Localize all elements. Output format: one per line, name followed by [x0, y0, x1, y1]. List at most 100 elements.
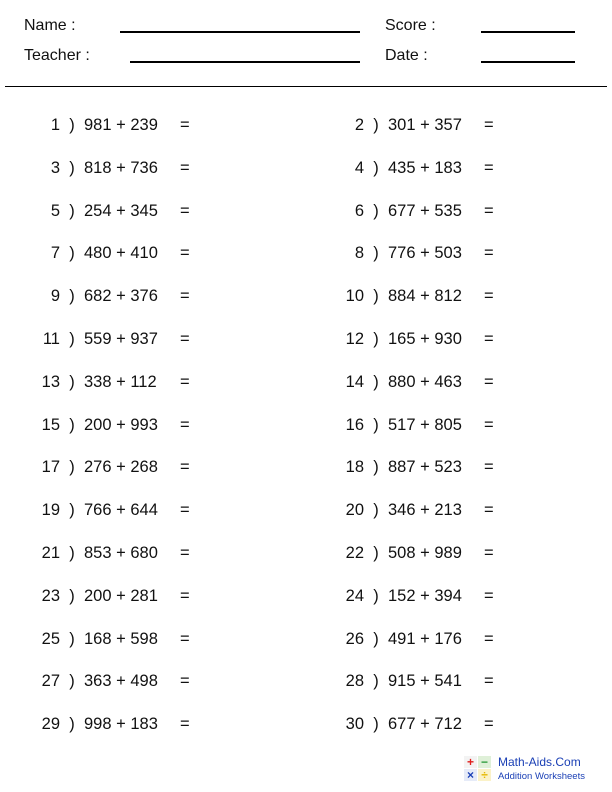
- addend-b: 345: [130, 201, 158, 220]
- name-field-line[interactable]: [120, 31, 360, 33]
- problem-expression: 677 + 712: [388, 715, 484, 734]
- problem-number: 20: [345, 501, 364, 520]
- times-icon: ×: [464, 769, 477, 781]
- addend-a: 887: [388, 458, 416, 477]
- equals-sign: =: [484, 201, 494, 220]
- addend-b: 503: [434, 244, 462, 263]
- problem-number: 27: [41, 672, 60, 691]
- problem-expression: 363 + 498: [84, 672, 180, 691]
- date-field-line[interactable]: [481, 61, 575, 63]
- score-field-line[interactable]: [481, 31, 575, 33]
- name-label: Name :: [24, 17, 76, 34]
- problem-expression: 682 + 376: [84, 287, 180, 306]
- problem-paren: ): [373, 287, 379, 306]
- plus-operator: +: [116, 372, 126, 391]
- addend-a: 301: [388, 116, 416, 134]
- addend-a: 818: [84, 158, 112, 177]
- equals-sign: =: [180, 458, 190, 477]
- problem-item: 2) 301 + 357 =: [328, 116, 494, 135]
- problem-item: 11) 559 + 937 =: [24, 330, 190, 349]
- addend-a: 853: [84, 544, 112, 562]
- teacher-field-line[interactable]: [130, 61, 360, 63]
- problem-expression: 915 + 541: [388, 672, 484, 691]
- logo-subtitle: Addition Worksheets: [498, 771, 585, 782]
- equals-sign: =: [484, 330, 494, 348]
- plus-operator: +: [420, 672, 430, 691]
- problem-expression: 508 + 989: [388, 544, 484, 563]
- problem-paren: ): [373, 458, 379, 477]
- problem-item: 29) 998 + 183 =: [24, 715, 190, 734]
- problem-paren: ): [373, 501, 379, 520]
- problem-item: 25) 168 + 598 =: [24, 630, 190, 649]
- addend-b: 239: [130, 116, 158, 134]
- problem-expression: 338 + 112: [84, 373, 180, 392]
- problem-number: 25: [41, 629, 60, 648]
- plus-operator: +: [420, 415, 430, 434]
- problem-expression: 887 + 523: [388, 458, 484, 477]
- plus-operator: +: [420, 201, 430, 220]
- problem-number: 28: [345, 672, 364, 691]
- problem-number: 11: [42, 330, 60, 348]
- plus-operator: +: [116, 544, 126, 562]
- addend-b: 535: [434, 201, 462, 220]
- problem-number: 9: [50, 287, 60, 306]
- problem-number: 23: [41, 586, 60, 605]
- addend-a: 152: [388, 586, 416, 605]
- problem-paren: ): [373, 201, 379, 220]
- addend-a: 517: [388, 415, 416, 434]
- problem-paren: ): [373, 544, 379, 562]
- problem-expression: 491 + 176: [388, 630, 484, 649]
- problem-number: 24: [345, 586, 364, 605]
- problem-number: 2: [354, 116, 364, 134]
- problem-expression: 884 + 812: [388, 287, 484, 306]
- addend-b: 812: [434, 287, 462, 306]
- problem-paren: ): [373, 715, 379, 734]
- equals-sign: =: [484, 372, 494, 391]
- addend-a: 491: [388, 629, 416, 648]
- plus-operator: +: [116, 244, 126, 263]
- problem-paren: ): [69, 586, 75, 605]
- problem-expression: 346 + 213: [388, 501, 484, 520]
- addend-b: 281: [130, 586, 158, 605]
- plus-operator: +: [116, 287, 126, 306]
- problem-item: 26) 491 + 176 =: [328, 630, 494, 649]
- problem-number: 4: [354, 158, 364, 177]
- plus-operator: +: [420, 287, 430, 306]
- equals-sign: =: [180, 158, 190, 177]
- addend-a: 346: [388, 501, 416, 520]
- addend-a: 884: [388, 287, 416, 306]
- problem-number: 13: [41, 372, 60, 391]
- problem-item: 21) 853 + 680 =: [24, 544, 190, 563]
- addend-a: 435: [388, 158, 416, 177]
- addend-a: 168: [84, 629, 112, 648]
- addend-b: 394: [434, 586, 462, 605]
- problem-number: 7: [50, 244, 60, 263]
- plus-operator: +: [116, 201, 126, 220]
- addend-a: 363: [84, 672, 112, 691]
- problem-paren: ): [69, 372, 75, 391]
- addend-a: 682: [84, 287, 112, 306]
- operations-icon: + − × ÷: [464, 756, 492, 782]
- problem-item: 1) 981 + 239 =: [24, 116, 190, 135]
- addend-b: 805: [434, 415, 462, 434]
- math-aids-logo[interactable]: + − × ÷ Math-Aids.Com Addition Worksheet…: [464, 754, 604, 786]
- problem-expression: 818 + 736: [84, 159, 180, 178]
- problem-expression: 880 + 463: [388, 373, 484, 392]
- problem-expression: 559 + 937: [84, 330, 180, 349]
- addend-b: 112: [130, 372, 157, 391]
- problem-item: 22) 508 + 989 =: [328, 544, 494, 563]
- equals-sign: =: [180, 544, 190, 562]
- plus-operator: +: [420, 501, 430, 520]
- problem-number: 14: [345, 372, 364, 391]
- problem-paren: ): [69, 201, 75, 220]
- problem-number: 5: [50, 201, 60, 220]
- problem-item: 4) 435 + 183 =: [328, 159, 494, 178]
- problem-item: 20) 346 + 213 =: [328, 501, 494, 520]
- equals-sign: =: [484, 287, 494, 306]
- equals-sign: =: [180, 201, 190, 220]
- addend-b: 736: [130, 158, 158, 177]
- plus-operator: +: [420, 458, 430, 477]
- problem-item: 13) 338 + 112 =: [24, 373, 190, 392]
- equals-sign: =: [180, 116, 190, 134]
- addend-b: 213: [434, 501, 462, 520]
